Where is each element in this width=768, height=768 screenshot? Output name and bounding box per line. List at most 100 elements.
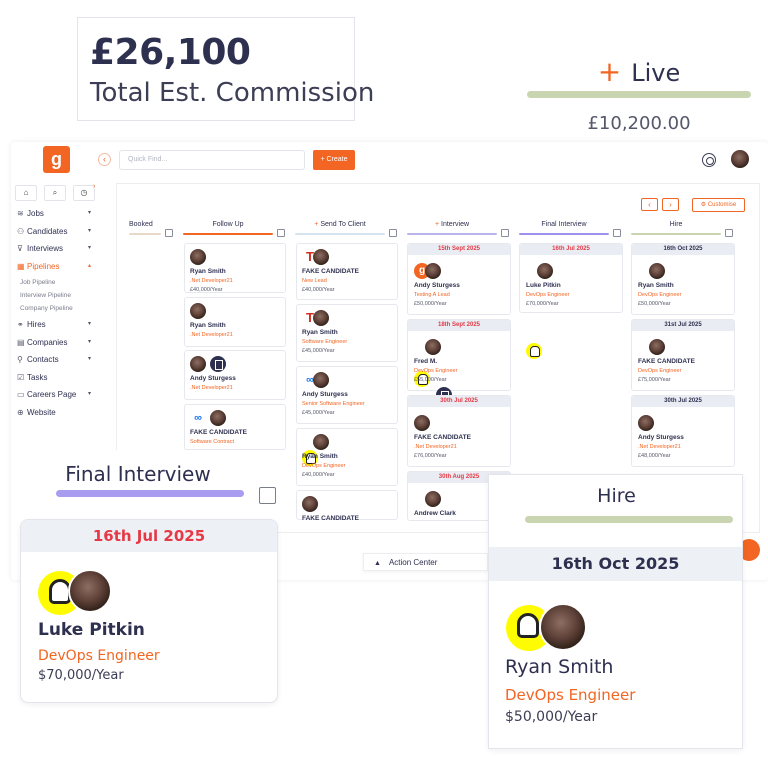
sidebar-item-jobs[interactable]: ≋ Jobs ▾ (17, 209, 99, 223)
candidate-name: Andy Sturgess (638, 434, 684, 441)
candidate-name: FAKE CANDIDATE (302, 515, 359, 522)
column-select-checkbox[interactable] (165, 229, 173, 237)
action-center-toggle[interactable]: ▲ Action Center (363, 553, 488, 571)
candidate-name: Andy Sturgess (190, 375, 236, 382)
chevron-icon: ▾ (87, 228, 91, 234)
collapse-sidebar-button[interactable]: ‹ (98, 153, 111, 166)
card-date: 30th Jul 2025 (632, 396, 734, 407)
total-commission-card: £26,100 Total Est. Commission (77, 17, 374, 121)
candidate-avatar (302, 496, 318, 512)
card-date: 18th Sept 2025 (408, 320, 510, 331)
filter-icon: ⊽ (17, 244, 23, 253)
sidebar-item-website[interactable]: ⊕ Website (17, 408, 99, 422)
column-header-booked: Booked (129, 221, 161, 228)
next-page-button[interactable]: › (662, 198, 679, 211)
card-date: 16th Oct 2025 (632, 244, 734, 255)
sidebar-item-interviews[interactable]: ⊽ Interviews ▾ (17, 244, 99, 258)
hire-zoom-card[interactable]: Hire 16th Oct 2025 Ryan Smith DevOps Eng… (488, 474, 743, 749)
candidate-role: Testing A Lead (414, 292, 450, 298)
column-header-interview: + Interview (407, 221, 497, 228)
column-color-bar (407, 233, 497, 235)
candidate-role: DevOps Engineer (638, 368, 682, 374)
sidebar-item-candidates[interactable]: ⚇ Candidates ▾ (17, 227, 99, 241)
column-title: Interview (441, 221, 470, 228)
candidate-avatar (210, 410, 226, 426)
candidate-name: Ryan Smith (190, 268, 226, 275)
column-select-checkbox[interactable] (613, 229, 621, 237)
final-interview-zoom-bar (56, 490, 244, 497)
candidate-name: Fred M. (414, 358, 438, 365)
users-icon: ⚇ (17, 227, 25, 236)
sidebar-item-hires[interactable]: ⚭ Hires ▾ (17, 320, 99, 334)
quick-find-input[interactable]: Quick Find... (119, 150, 305, 170)
layers-icon: ≋ (17, 209, 24, 218)
candidate-avatar (537, 263, 553, 279)
card-date: 31st Jul 2025 (632, 320, 734, 331)
candidate-salary: £45,000/Year (302, 348, 335, 354)
column-title: Booked (129, 221, 153, 228)
building-logo-icon (210, 356, 226, 372)
prev-page-button[interactable]: ‹ (641, 198, 658, 211)
candidate-salary: £70,000/Year (526, 301, 559, 307)
create-button[interactable]: + Create (313, 150, 355, 170)
candidate-name: FAKE CANDIDATE (638, 358, 695, 365)
candidate-avatar (190, 249, 206, 265)
candidate-role: New Lead (302, 278, 327, 284)
expand-chevron-icon[interactable]: › (93, 183, 95, 190)
candidate-salary: £45,000/Year (302, 410, 335, 416)
sub-company-pipeline[interactable]: Company Pipeline (20, 305, 73, 312)
column-title: Hire (669, 221, 683, 228)
clock-icon[interactable]: ◷ (73, 185, 95, 201)
sidebar-item-careers-page[interactable]: ▭ Careers Page ▾ (17, 390, 99, 404)
column-select-checkbox[interactable] (389, 229, 397, 237)
sidebar-item-companies[interactable]: ▤ Companies ▾ (17, 338, 99, 352)
candidate-name: FAKE CANDIDATE (190, 429, 247, 436)
sub-job-pipeline[interactable]: Job Pipeline (20, 279, 55, 286)
candidate-role: DevOps Engineer (38, 648, 160, 664)
candidate-avatar (68, 569, 112, 613)
candidate-salary: £50,000/Year (414, 301, 447, 307)
candidate-avatar (649, 339, 665, 355)
final-interview-zoom-card[interactable]: 16th Jul 2025 Luke Pitkin DevOps Enginee… (20, 519, 278, 703)
candidate-salary: £40,000/Year (302, 287, 335, 293)
column-select-checkbox[interactable] (277, 229, 285, 237)
candidate-salary: $50,000/Year (505, 709, 598, 725)
candidate-name: Andrew Clark (414, 510, 456, 517)
chevron-icon: ▾ (87, 391, 91, 397)
help-lifebuoy-icon[interactable] (702, 153, 716, 167)
action-center-label: Action Center (388, 558, 438, 567)
candidate-salary: £48,000/Year (638, 453, 671, 459)
home-icon[interactable]: ⌂ (15, 185, 37, 201)
sidebar-item-label: Tasks (27, 373, 48, 382)
candidate-avatar (190, 356, 206, 372)
card-date: 16th Jul 2025 (21, 520, 277, 552)
candidate-name: Ryan Smith (302, 453, 338, 460)
customise-button[interactable]: ⚙ Customise (692, 198, 745, 212)
sub-interview-pipeline[interactable]: Interview Pipeline (20, 292, 71, 299)
column-title: Send To Client (320, 221, 366, 228)
sidebar-item-tasks[interactable]: ☑ Tasks (17, 373, 99, 387)
candidate-salary: £40,000/Year (190, 287, 223, 293)
checkbox-icon: ☑ (17, 373, 25, 382)
chevron-icon: ▾ (87, 339, 91, 345)
sidebar-item-contacts[interactable]: ⚲ Contacts ▾ (17, 355, 99, 369)
column-select-checkbox[interactable] (725, 229, 733, 237)
candidate-avatar (539, 603, 587, 651)
live-title: + Live (527, 55, 751, 88)
final-interview-zoom-checkbox[interactable] (259, 487, 276, 504)
candidate-salary: £76,000/Year (414, 453, 447, 459)
column-title: Follow Up (212, 221, 244, 228)
globe-icon: ⊕ (17, 408, 24, 417)
search-icon[interactable]: ⌕ (44, 185, 66, 201)
column-select-checkbox[interactable] (501, 229, 509, 237)
candidate-name: Andy Sturgess (302, 391, 348, 398)
user-avatar[interactable] (731, 150, 749, 168)
card-date: 15th Sept 2025 (408, 244, 510, 255)
sidebar-item-label: Careers Page (27, 390, 77, 399)
app-logo[interactable]: g (43, 146, 70, 173)
candidate-avatar (190, 303, 206, 319)
sidebar-item-pipelines[interactable]: ▦ Pipelines ▴ (17, 262, 99, 276)
column-color-bar (631, 233, 721, 235)
hire-zoom-title: Hire (597, 485, 636, 507)
sidebar-item-label: Candidates (27, 227, 68, 236)
